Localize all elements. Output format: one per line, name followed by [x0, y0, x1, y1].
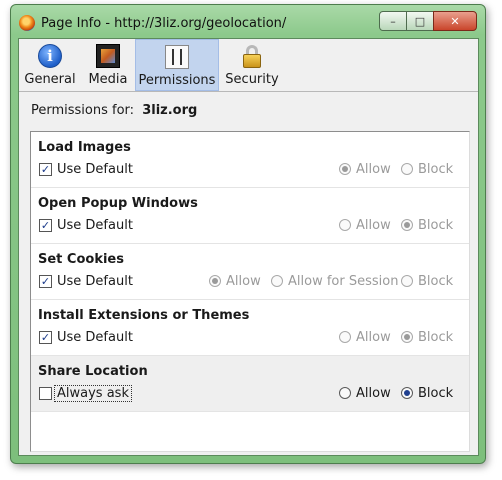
dialog-body: i General Media Permissions Security Per… [18, 38, 479, 456]
maximize-icon: □ [414, 14, 426, 28]
tab-bar: i General Media Permissions Security [19, 39, 478, 91]
use-default-checkbox[interactable]: ✓ [39, 331, 52, 344]
checkbox-label[interactable]: Use Default [57, 330, 133, 345]
section-title: Set Cookies [38, 252, 124, 267]
firefox-icon [19, 15, 35, 31]
info-icon: i [38, 44, 62, 68]
use-default-checkbox[interactable]: ✓ [39, 275, 52, 288]
tab-media-label: Media [88, 72, 128, 87]
tab-security-label: Security [225, 72, 279, 87]
allow-radio[interactable]: Allow [339, 162, 391, 177]
section-title: Share Location [38, 364, 148, 379]
radio-icon [339, 331, 351, 343]
option-label: Allow [356, 218, 391, 233]
always-ask-checkbox[interactable] [39, 387, 52, 400]
block-radio[interactable]: Block [401, 330, 453, 345]
checkbox-label[interactable]: Use Default [57, 218, 133, 233]
caption-buttons: – □ ✕ [379, 11, 477, 31]
allow-radio[interactable]: Allow [209, 274, 261, 289]
option-label: Allow [356, 162, 391, 177]
page-info-window: Page Info - http://3liz.org/geolocation/… [10, 4, 486, 464]
option-label: Block [418, 274, 454, 289]
lock-icon [240, 44, 264, 68]
allow-radio[interactable]: Allow [339, 218, 391, 233]
maximize-button[interactable]: □ [406, 11, 434, 31]
option-label: Allow [356, 330, 391, 345]
window-title: Page Info - http://3liz.org/geolocation/ [41, 16, 287, 31]
tab-general[interactable]: i General [19, 39, 81, 91]
section-install-extensions: Install Extensions or Themes ✓ Use Defau… [31, 300, 469, 356]
radio-icon [401, 387, 413, 399]
minimize-button[interactable]: – [379, 11, 407, 31]
checkbox-label[interactable]: Use Default [57, 274, 133, 289]
checkbox-label[interactable]: Always ask [54, 385, 132, 402]
option-label: Allow for Session [288, 274, 399, 289]
permissions-list[interactable]: Load Images ✓ Use Default Allow Block Op… [30, 131, 470, 452]
site-name: 3liz.org [142, 103, 198, 118]
permissions-for-label: Permissions for: [31, 103, 135, 118]
permissions-icon [165, 45, 189, 69]
tab-permissions-label: Permissions [138, 73, 216, 88]
option-label: Block [418, 218, 454, 233]
block-radio[interactable]: Block [401, 218, 453, 233]
option-label: Block [418, 386, 454, 401]
section-set-cookies: Set Cookies ✓ Use Default Allow Allow fo… [31, 244, 469, 300]
use-default-checkbox[interactable]: ✓ [39, 163, 52, 176]
option-label: Block [418, 162, 454, 177]
use-default-checkbox[interactable]: ✓ [39, 219, 52, 232]
minimize-icon: – [390, 14, 396, 28]
title-bar[interactable]: Page Info - http://3liz.org/geolocation/… [11, 5, 485, 39]
section-title: Load Images [38, 140, 131, 155]
radio-icon [401, 331, 413, 343]
radio-icon [271, 275, 283, 287]
radio-icon [401, 163, 413, 175]
allow-for-session-radio[interactable]: Allow for Session [271, 274, 398, 289]
close-icon: ✕ [450, 14, 460, 28]
block-radio[interactable]: Block [401, 386, 453, 401]
section-title: Open Popup Windows [38, 196, 198, 211]
radio-icon [401, 275, 413, 287]
block-radio[interactable]: Block [401, 162, 453, 177]
section-open-popup-windows: Open Popup Windows ✓ Use Default Allow B… [31, 188, 469, 244]
section-share-location: Share Location Always ask Allow Block [31, 356, 469, 412]
tab-permissions[interactable]: Permissions [135, 39, 219, 91]
radio-icon [339, 163, 351, 175]
checkbox-label[interactable]: Use Default [57, 162, 133, 177]
radio-icon [339, 387, 351, 399]
option-label: Allow [226, 274, 261, 289]
radio-icon [401, 219, 413, 231]
option-label: Allow [356, 386, 391, 401]
tab-security[interactable]: Security [219, 39, 285, 91]
permissions-for: Permissions for: 3liz.org [31, 103, 197, 118]
media-icon [96, 44, 120, 68]
tab-general-label: General [24, 72, 76, 87]
radio-icon [209, 275, 221, 287]
section-load-images: Load Images ✓ Use Default Allow Block [31, 132, 469, 188]
tab-media[interactable]: Media [81, 39, 135, 91]
option-label: Block [418, 330, 454, 345]
section-title: Install Extensions or Themes [38, 308, 250, 323]
close-button[interactable]: ✕ [433, 11, 477, 31]
allow-radio[interactable]: Allow [339, 330, 391, 345]
block-radio[interactable]: Block [401, 274, 453, 289]
allow-radio[interactable]: Allow [339, 386, 391, 401]
radio-icon [339, 219, 351, 231]
tab-separator [19, 91, 478, 92]
